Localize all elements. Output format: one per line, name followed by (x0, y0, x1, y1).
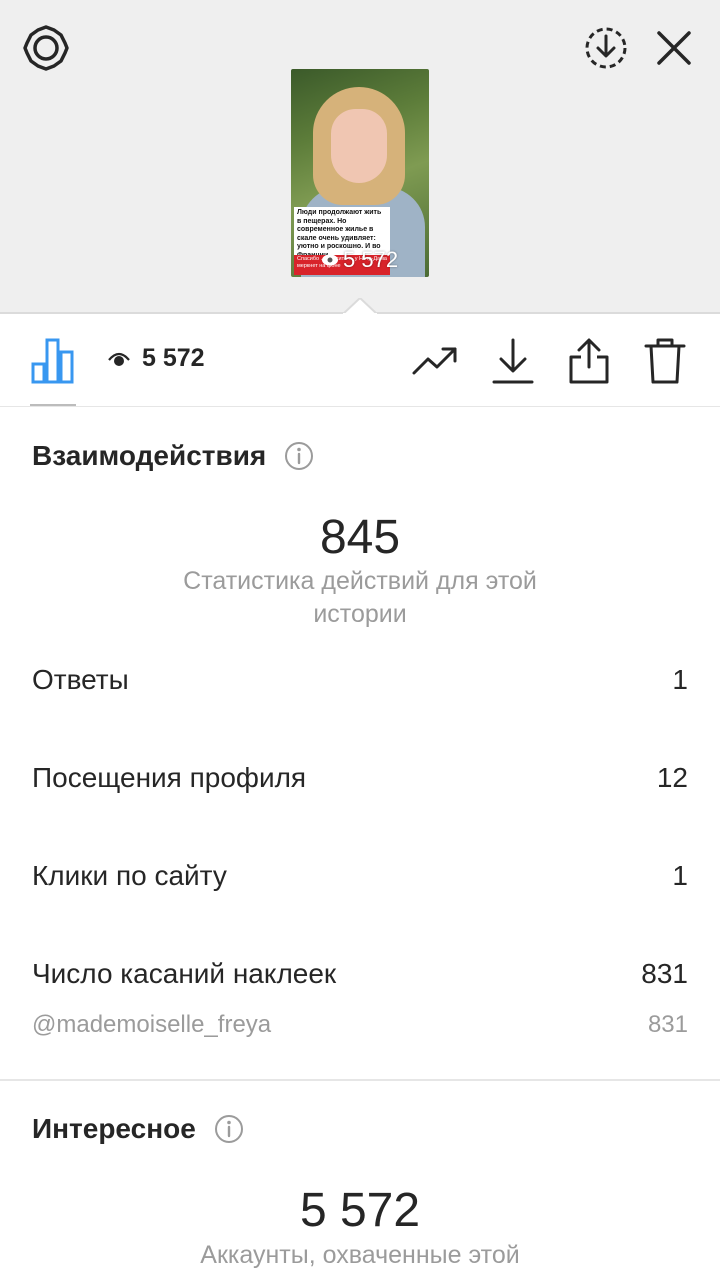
download-icon (492, 338, 534, 384)
stat-row: Посещения профиля 12 (32, 762, 688, 794)
story-thumbnail[interactable]: Люди продолжают жить в пещерах. Но совре… (291, 69, 429, 277)
stat-row-label: Клики по сайту (32, 860, 227, 891)
bar-chart-icon (31, 338, 74, 384)
stat-row-value: 1 (672, 860, 688, 891)
share-button[interactable] (564, 336, 614, 386)
story-views-overlay: 5 572 (321, 247, 398, 273)
discovery-total: 5 572 (299, 1184, 421, 1237)
thumb-person-face (331, 109, 387, 183)
settings-button[interactable] (18, 20, 74, 76)
discovery-subtitle: Аккаунты, охваченные этой (200, 1241, 520, 1269)
delete-button[interactable] (640, 336, 690, 386)
interactions-subtitle: Статистика действий для этой истории (183, 567, 537, 628)
stat-row-value: 831 (641, 958, 688, 989)
sticker-mention-row: @mademoiselle_freya 831 (32, 1011, 688, 1039)
close-button[interactable] (646, 20, 702, 76)
sticker-mention-value: 831 (647, 1011, 688, 1038)
stat-row-label: Ответы (32, 664, 129, 695)
views-count-value: 5 572 (142, 344, 205, 372)
info-icon[interactable] (214, 1114, 244, 1144)
share-icon (569, 338, 609, 384)
stat-row-value: 1 (672, 664, 688, 695)
trash-icon (644, 338, 686, 384)
info-icon[interactable] (284, 441, 314, 471)
story-toolbar: 5 572 (0, 314, 720, 406)
stat-row-label: Посещения профиля (32, 762, 307, 793)
sticker-mention-label: @mademoiselle_freya (32, 1011, 272, 1038)
stat-row-value: 12 (656, 762, 688, 793)
promote-button[interactable] (410, 336, 460, 386)
download-circle-icon (585, 27, 627, 69)
eye-icon (108, 352, 130, 366)
stat-row-label: Число касаний наклеек (32, 958, 337, 989)
discovery-section-title: Интересное (32, 1113, 244, 1145)
section-divider (0, 1079, 720, 1081)
stat-row: Ответы 1 (32, 664, 688, 696)
stats-tab[interactable] (28, 336, 78, 386)
discovery-title: Интересное (32, 1113, 196, 1144)
eye-icon (322, 254, 338, 266)
stat-row: Число касаний наклеек 831 (32, 958, 688, 990)
save-button[interactable] (488, 336, 538, 386)
close-icon (657, 31, 691, 65)
interactions-section-title: Взаимодействия (32, 440, 314, 472)
download-story-button[interactable] (578, 20, 634, 76)
interactions-title: Взаимодействия (32, 440, 267, 471)
interactions-total: 845 (319, 511, 401, 564)
toolbar-divider (0, 406, 720, 407)
gear-icon (23, 25, 69, 71)
story-views-count: 5 572 (343, 247, 399, 272)
views-count: 5 572 (108, 344, 205, 373)
stat-row: Клики по сайту 1 (32, 860, 688, 892)
trending-up-icon (412, 347, 457, 375)
